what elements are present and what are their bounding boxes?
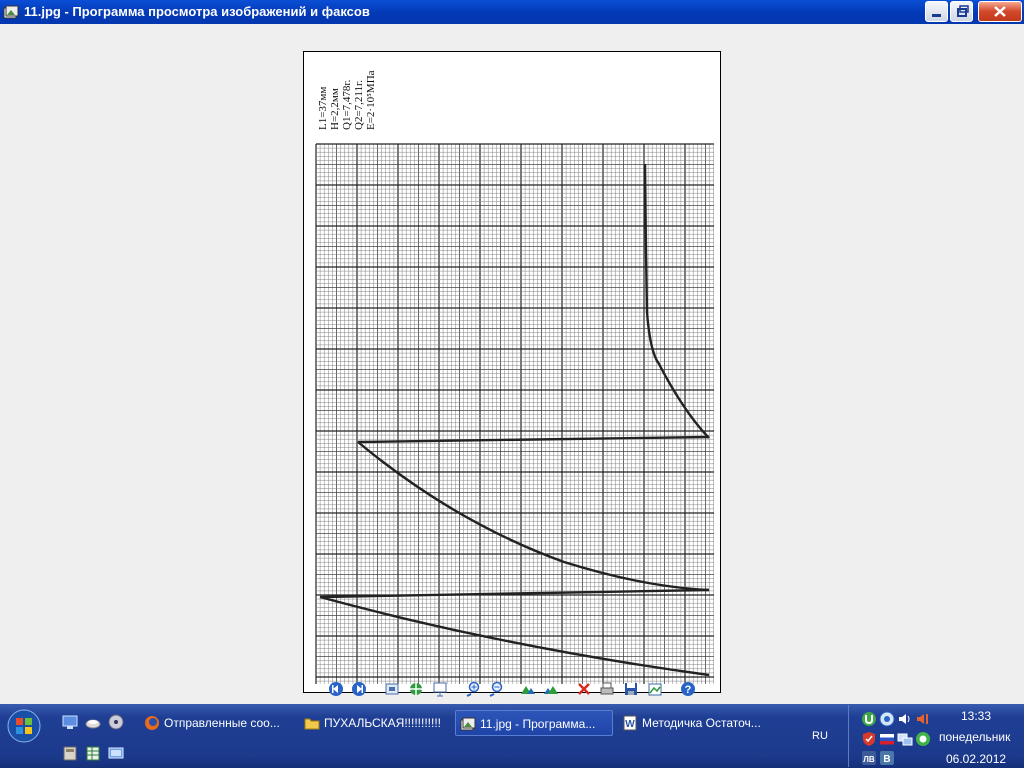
security-shield-icon[interactable] — [861, 731, 877, 747]
taskbar-item-label: 11.jpg - Программа... — [480, 717, 596, 731]
documents-icon[interactable] — [62, 745, 78, 761]
close-button[interactable] — [978, 1, 1022, 22]
annotation-line: Q1=7,478г. — [341, 79, 353, 130]
rotate-clockwise-icon[interactable] — [520, 681, 536, 697]
zoom-out-icon[interactable] — [488, 681, 504, 697]
viewer-toolbar — [0, 680, 1024, 700]
taskbar-item-label: ПУХАЛЬСКАЯ!!!!!!!!!!! — [324, 716, 442, 730]
volume-icon[interactable] — [897, 711, 913, 727]
torrent-icon[interactable] — [861, 711, 877, 727]
taskbar-item-label: Методичка Остаточ... — [642, 716, 761, 730]
clock-day: понедельник — [939, 730, 1011, 744]
svg-text:ЛВ: ЛВ — [863, 755, 875, 764]
spreadsheet-icon[interactable] — [85, 745, 101, 761]
window-switch-icon[interactable] — [108, 745, 124, 761]
restore-button[interactable] — [950, 1, 973, 22]
network-status-icon[interactable] — [897, 731, 913, 747]
rotate-counterclockwise-icon[interactable] — [543, 681, 559, 697]
print-icon[interactable] — [599, 681, 615, 697]
language-indicator[interactable]: RU — [812, 730, 828, 742]
hysteresis-curves — [319, 163, 710, 677]
displayed-image: L1=37мм H=2,2мм Q1=7,478г. Q2=7,211г. E=… — [303, 51, 721, 693]
firefox-icon — [145, 716, 159, 730]
text-app-icon[interactable]: ЛВ — [861, 750, 877, 766]
window-title: 11.jpg - Программа просмотра изображений… — [24, 4, 370, 19]
previous-image-icon[interactable] — [328, 681, 344, 697]
taskbar-item-image-viewer[interactable]: 11.jpg - Программа... — [455, 710, 613, 736]
svg-text:?: ? — [685, 684, 692, 696]
image-viewer-area: L1=37мм H=2,2мм Q1=7,478г. Q2=7,211г. E=… — [0, 24, 1024, 704]
graph-paper-grid — [315, 143, 714, 684]
zoom-in-icon[interactable] — [465, 681, 481, 697]
best-fit-icon[interactable] — [384, 681, 400, 697]
minimize-button[interactable] — [925, 1, 948, 22]
slideshow-icon[interactable] — [432, 681, 448, 697]
annotation-line: L1=37мм — [317, 87, 329, 130]
audio-manager-icon[interactable] — [915, 711, 931, 727]
vkontakte-icon[interactable]: В — [879, 750, 895, 766]
annotation-line: H=2,2мм — [329, 88, 341, 130]
actual-size-icon[interactable] — [408, 681, 424, 697]
title-bar: 11.jpg - Программа просмотра изображений… — [0, 0, 1024, 24]
word-icon: W — [623, 715, 637, 731]
clock-time[interactable]: 13:33 — [961, 709, 991, 723]
messenger-icon[interactable] — [915, 731, 931, 747]
svg-text:W: W — [625, 719, 635, 730]
help-icon[interactable]: ? — [680, 681, 696, 697]
show-desktop-icon[interactable] — [62, 714, 78, 730]
image-viewer-app-icon — [3, 5, 19, 19]
image-annotation: L1=37мм H=2,2мм Q1=7,478г. Q2=7,211г. E=… — [317, 70, 377, 130]
antivirus-icon[interactable] — [879, 711, 895, 727]
taskbar-item-folder[interactable]: ПУХАЛЬСКАЯ!!!!!!!!!!! — [300, 710, 450, 736]
tray-divider — [848, 705, 849, 767]
clock-date: 06.02.2012 — [946, 752, 1007, 766]
taskbar-item-word-document[interactable]: W Методичка Остаточ... — [618, 710, 778, 736]
taskbar-item-email[interactable]: Отправленные соо... — [140, 710, 298, 736]
annotation-line: E=2·10⁵МПа — [365, 70, 377, 130]
folder-icon — [304, 718, 320, 730]
next-image-icon[interactable] — [351, 681, 367, 697]
open-for-editing-icon[interactable] — [647, 681, 663, 697]
svg-text:В: В — [883, 754, 890, 765]
taskbar-item-label: Отправленные соо... — [164, 716, 280, 730]
media-player-icon[interactable] — [108, 714, 124, 730]
delete-icon[interactable] — [576, 681, 592, 697]
network-icon[interactable] — [85, 714, 101, 730]
keyboard-layout-flag-icon[interactable] — [879, 731, 895, 747]
start-button[interactable] — [4, 708, 44, 744]
save-icon[interactable] — [623, 681, 639, 697]
annotation-line: Q2=7,211г. — [353, 80, 365, 130]
image-viewer-icon — [460, 717, 476, 731]
